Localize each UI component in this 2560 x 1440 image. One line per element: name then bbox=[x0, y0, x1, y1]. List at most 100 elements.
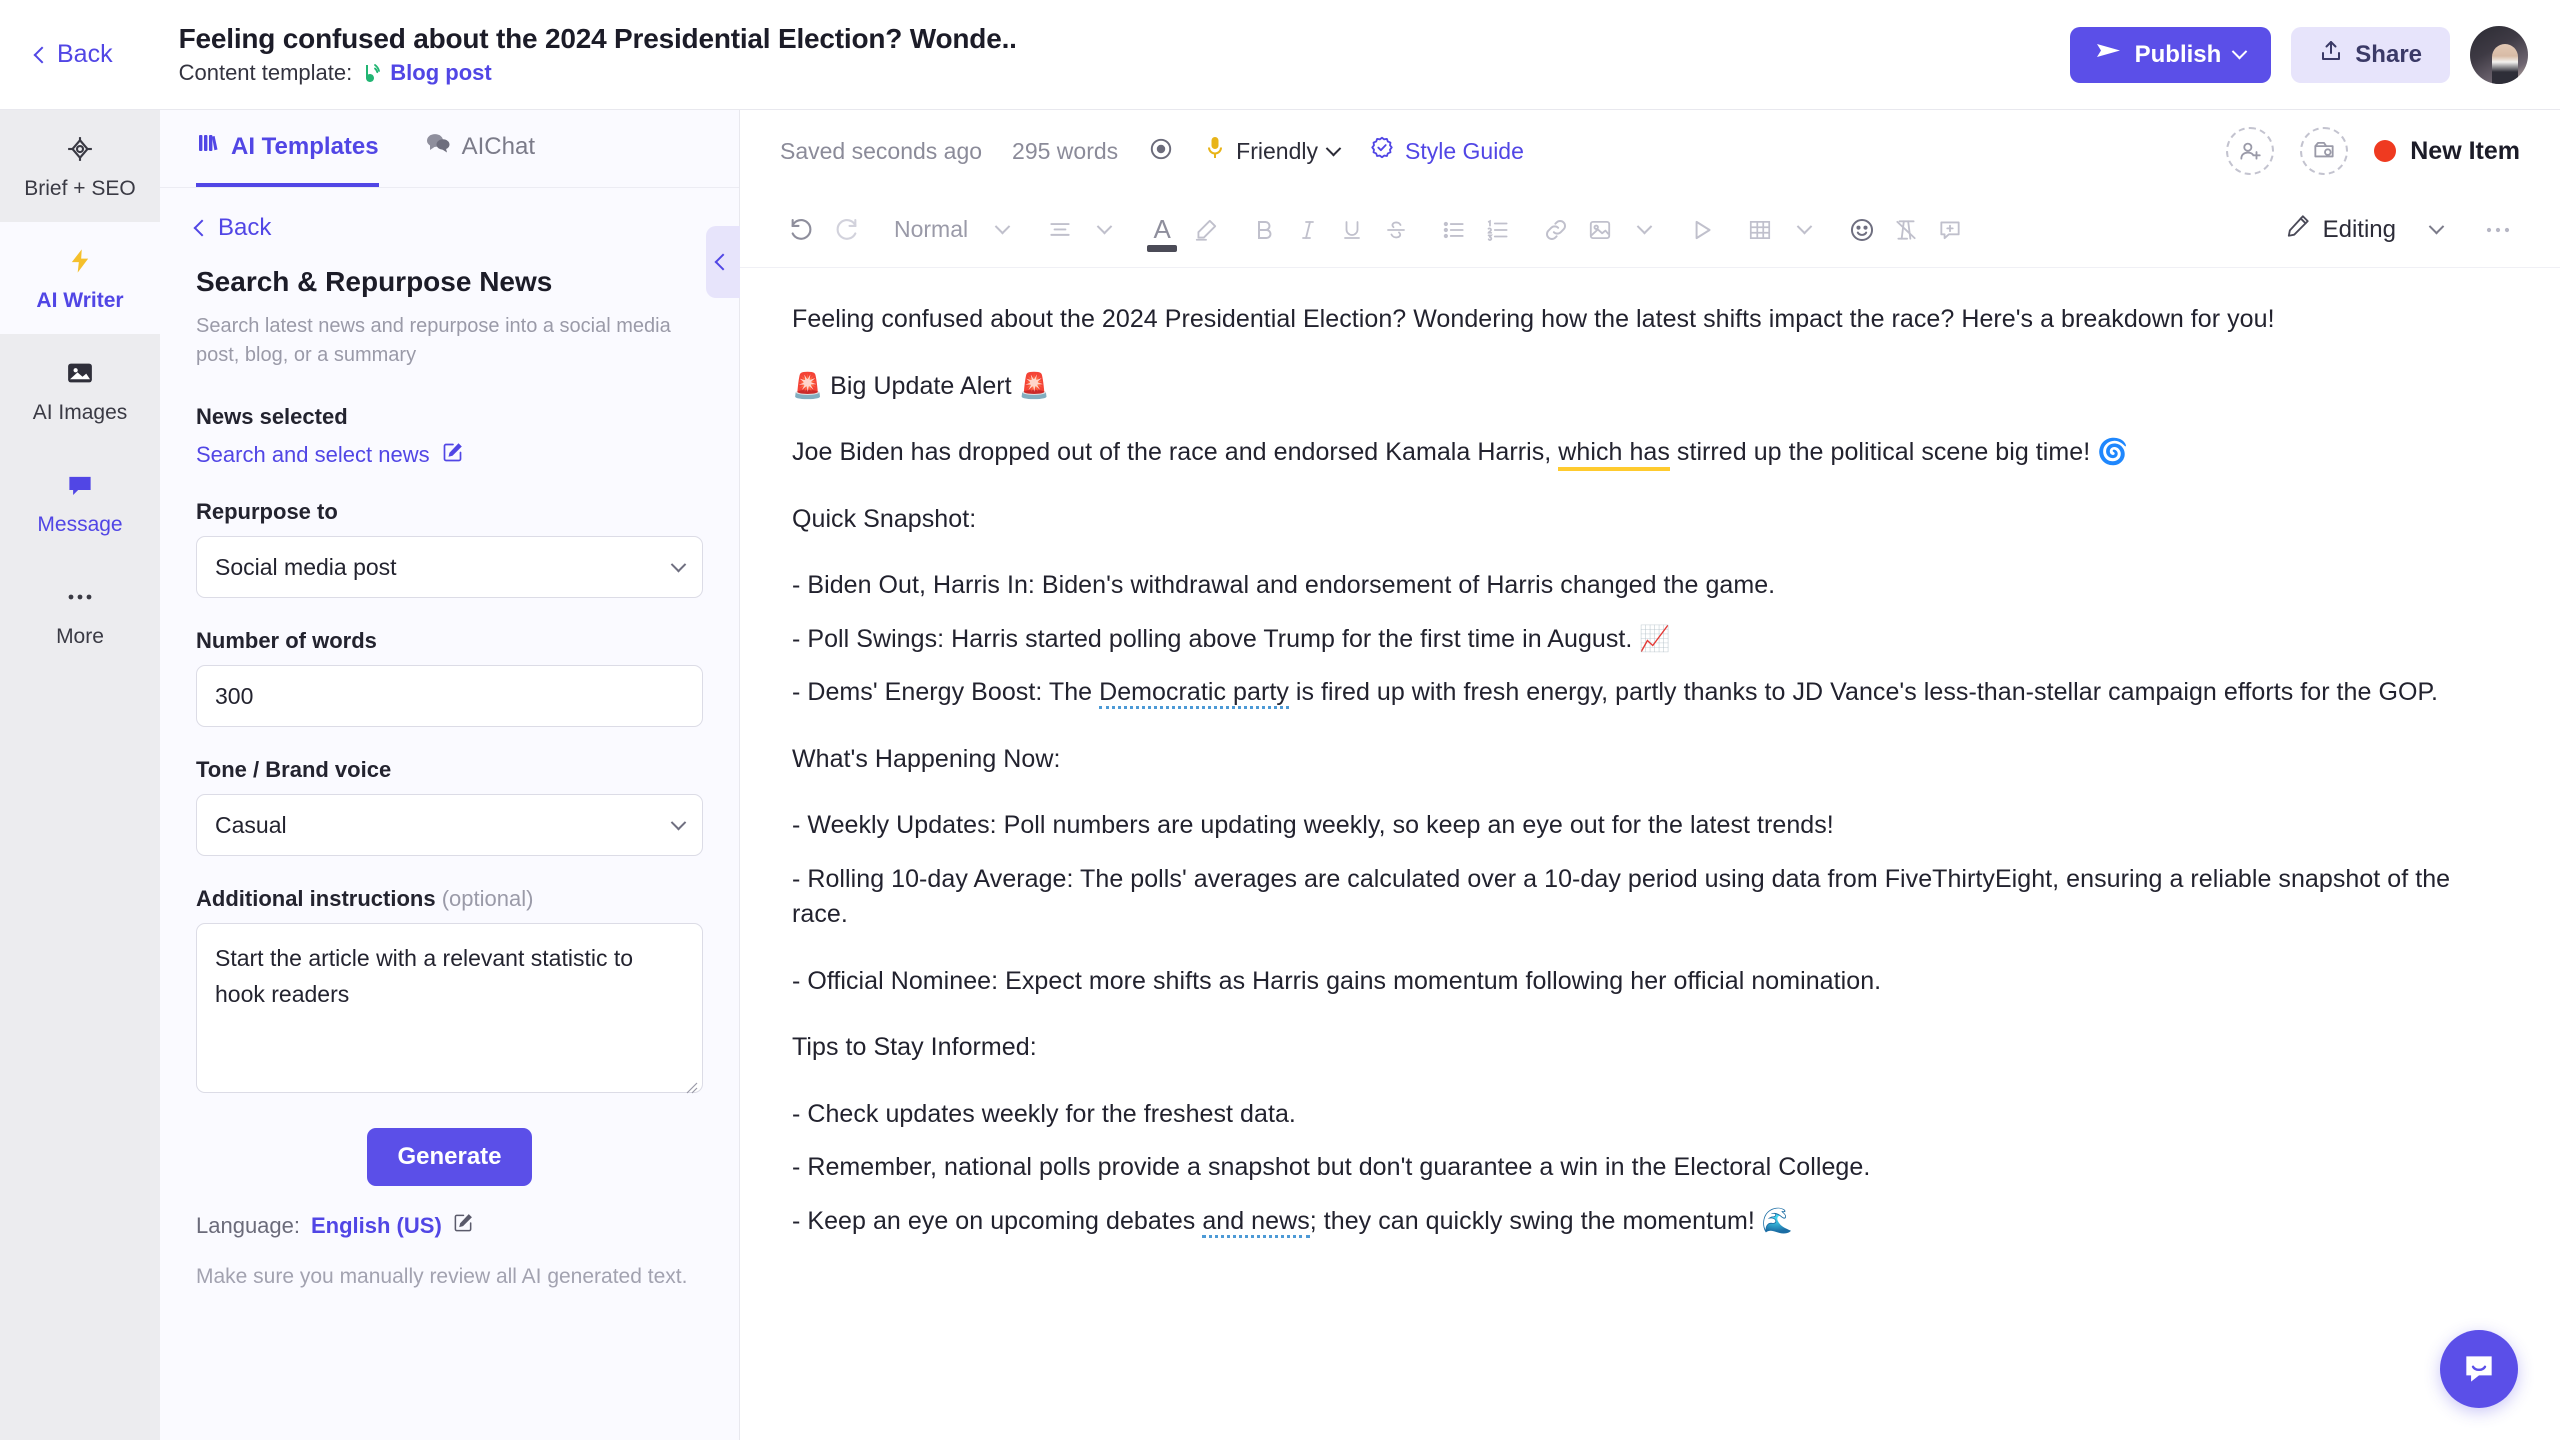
style-suggestion-highlight[interactable]: Democratic party bbox=[1099, 678, 1289, 709]
numbered-list-icon[interactable] bbox=[1476, 206, 1520, 254]
highlight-icon[interactable] bbox=[1184, 206, 1228, 254]
editing-mode-chevron-down-icon[interactable] bbox=[2414, 206, 2458, 254]
text-fragment: is fired up with fresh energy, partly th… bbox=[1288, 678, 2438, 706]
document-paragraph[interactable]: - Rolling 10-day Average: The polls' ave… bbox=[792, 862, 2472, 933]
text-fragment: stirred up the political scene big time!… bbox=[1669, 438, 2129, 466]
table-icon[interactable] bbox=[1738, 206, 1782, 254]
image-icon[interactable] bbox=[1578, 206, 1622, 254]
sidebar-item-message[interactable]: Message bbox=[0, 446, 160, 558]
paragraph-style-select[interactable]: Normal bbox=[882, 206, 980, 254]
share-button[interactable]: Share bbox=[2291, 26, 2450, 83]
comment-icon[interactable] bbox=[1928, 206, 1972, 254]
publish-button[interactable]: Publish bbox=[2069, 26, 2272, 83]
search-select-news-link[interactable]: Search and select news bbox=[196, 441, 703, 469]
sidebar-item-ai-images[interactable]: AI Images bbox=[0, 334, 160, 446]
back-button[interactable]: Back bbox=[28, 34, 121, 75]
clear-format-icon[interactable] bbox=[1884, 206, 1928, 254]
panel-title: Search & Repurpose News bbox=[196, 266, 553, 297]
document-paragraph[interactable]: - Keep an eye on upcoming debates and ne… bbox=[792, 1204, 2472, 1240]
tone-brand-voice-label: Tone / Brand voice bbox=[196, 757, 392, 782]
table-chevron-down-icon[interactable] bbox=[1782, 206, 1826, 254]
tab-ai-templates[interactable]: AI Templates bbox=[196, 110, 379, 187]
chevron-down-icon bbox=[1325, 140, 1342, 156]
more-icon[interactable] bbox=[2476, 206, 2520, 254]
document-paragraph[interactable]: - Weekly Updates: Poll numbers are updat… bbox=[792, 808, 2472, 844]
app-root: Back Feeling confused about the 2024 Pre… bbox=[0, 0, 2560, 1440]
text-color-icon[interactable]: A bbox=[1140, 206, 1184, 254]
templates-icon bbox=[196, 131, 220, 162]
link-icon[interactable] bbox=[1534, 206, 1578, 254]
underline-icon[interactable] bbox=[1330, 206, 1374, 254]
bullet-list-icon[interactable] bbox=[1432, 206, 1476, 254]
document-paragraph[interactable]: 🚨 Big Update Alert 🚨 bbox=[792, 369, 2472, 405]
document-paragraph[interactable]: Tips to Stay Informed: bbox=[792, 1030, 2472, 1066]
additional-instructions-textarea[interactable] bbox=[196, 923, 703, 1093]
video-icon[interactable] bbox=[1680, 206, 1724, 254]
redo-icon[interactable] bbox=[824, 206, 868, 254]
generate-button[interactable]: Generate bbox=[367, 1128, 532, 1186]
document-paragraph[interactable]: Feeling confused about the 2024 Presiden… bbox=[792, 302, 2472, 338]
tone-brand-voice-field: Tone / Brand voice Casual bbox=[196, 757, 703, 856]
publish-button-label: Publish bbox=[2134, 40, 2222, 68]
number-of-words-input[interactable]: 300 bbox=[196, 665, 703, 727]
document-paragraph[interactable]: - Dems' Energy Boost: The Democratic par… bbox=[792, 675, 2472, 711]
news-selected-label: News selected bbox=[196, 404, 348, 429]
add-tag-button[interactable] bbox=[2300, 127, 2349, 175]
search-select-news-label: Search and select news bbox=[196, 442, 430, 467]
document-header: Feeling confused about the 2024 Presiden… bbox=[179, 23, 1017, 86]
image-chevron-down-icon[interactable] bbox=[1622, 206, 1666, 254]
additional-instructions-field: Additional instructions (optional) bbox=[196, 886, 703, 1098]
document-paragraph[interactable]: - Poll Swings: Harris started polling ab… bbox=[792, 622, 2472, 658]
document-paragraph[interactable]: Joe Biden has dropped out of the race an… bbox=[792, 435, 2472, 471]
document-paragraph[interactable]: Quick Snapshot: bbox=[792, 502, 2472, 538]
italic-icon[interactable] bbox=[1286, 206, 1330, 254]
chat-launcher-button[interactable] bbox=[2440, 1330, 2518, 1408]
word-count: 295 words bbox=[1012, 137, 1119, 164]
document-paragraph[interactable]: - Remember, national polls provide a sna… bbox=[792, 1150, 2472, 1186]
preview-eye-icon[interactable] bbox=[1148, 136, 1174, 167]
user-avatar[interactable] bbox=[2470, 25, 2528, 84]
sidebar-item-more[interactable]: More bbox=[0, 558, 160, 670]
document-paragraph[interactable]: - Check updates weekly for the freshest … bbox=[792, 1097, 2472, 1133]
panel-back-button[interactable]: Back bbox=[193, 214, 703, 242]
statusbar-left: Saved seconds ago 295 words Friendly Sty… bbox=[780, 135, 1524, 167]
editing-mode-button[interactable]: Editing bbox=[2285, 213, 2396, 246]
document-paragraph[interactable]: What's Happening Now: bbox=[792, 742, 2472, 778]
content-template-row: Content template: Blog post bbox=[179, 60, 1017, 86]
page-title: Feeling confused about the 2024 Presiden… bbox=[178, 23, 1017, 54]
toolbar-divider bbox=[1126, 206, 1140, 254]
sidebar-item-ai-writer[interactable]: AI Writer bbox=[0, 222, 160, 335]
align-chevron-down-icon[interactable] bbox=[1082, 206, 1126, 254]
language-value[interactable]: English (US) bbox=[311, 1213, 442, 1239]
strikethrough-icon[interactable] bbox=[1374, 206, 1418, 254]
new-item-status[interactable]: New Item bbox=[2374, 137, 2520, 166]
document-editor[interactable]: Feeling confused about the 2024 Presiden… bbox=[740, 268, 2560, 1440]
repurpose-to-select[interactable]: Social media post bbox=[196, 536, 703, 598]
tab-aichat[interactable]: AIChat bbox=[425, 110, 535, 187]
sidebar-item-brief-seo[interactable]: Brief + SEO bbox=[0, 110, 160, 222]
style-guide-button[interactable]: Style Guide bbox=[1369, 135, 1524, 167]
grammar-suggestion-highlight[interactable]: which has bbox=[1558, 438, 1670, 471]
add-collaborator-button[interactable] bbox=[2226, 127, 2275, 175]
emoji-icon[interactable] bbox=[1840, 206, 1884, 254]
tone-brand-voice-select[interactable]: Casual bbox=[196, 794, 703, 856]
content-template-link[interactable]: Blog post bbox=[390, 60, 491, 86]
number-of-words-value: 300 bbox=[215, 682, 254, 709]
repurpose-to-field: Repurpose to Social media post bbox=[196, 499, 703, 598]
align-icon[interactable] bbox=[1038, 206, 1082, 254]
undo-icon[interactable] bbox=[780, 206, 824, 254]
chat-icon bbox=[63, 468, 97, 502]
collapse-panel-button[interactable] bbox=[706, 226, 740, 298]
language-edit-icon[interactable] bbox=[453, 1212, 474, 1239]
toolbar-divider bbox=[1418, 206, 1432, 254]
document-paragraph[interactable]: - Biden Out, Harris In: Biden's withdraw… bbox=[792, 568, 2472, 604]
style-suggestion-highlight[interactable]: and news bbox=[1202, 1206, 1310, 1238]
text-fragment: - Dems' Energy Boost: The bbox=[792, 678, 1100, 706]
content-template-label: Content template: bbox=[178, 60, 353, 85]
sidebar-item-label: AI Writer bbox=[36, 289, 124, 313]
bold-icon[interactable] bbox=[1242, 206, 1286, 254]
tone-selector[interactable]: Friendly bbox=[1204, 135, 1342, 167]
paragraph-style-chevron-down-icon[interactable] bbox=[980, 206, 1024, 254]
document-paragraph[interactable]: - Official Nominee: Expect more shifts a… bbox=[792, 964, 2472, 1000]
chevron-left-icon bbox=[714, 253, 732, 271]
